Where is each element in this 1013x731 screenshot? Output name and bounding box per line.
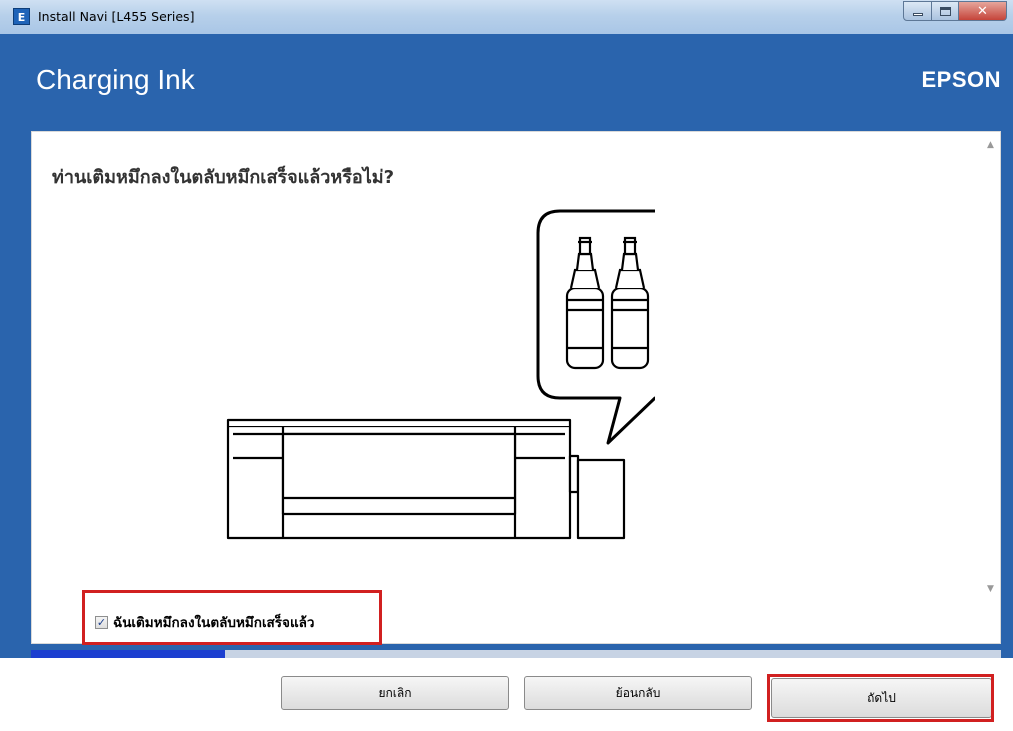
window-controls: ✕ — [903, 1, 1007, 21]
minimize-button[interactable] — [903, 1, 932, 21]
close-button[interactable]: ✕ — [959, 1, 1007, 21]
app-icon: E — [13, 8, 30, 25]
printer-ink-bottles-illustration — [226, 209, 655, 540]
page-header: Charging Ink EPSON — [0, 34, 1013, 118]
printer-icon — [226, 418, 626, 540]
progress-bar — [31, 650, 1001, 658]
scroll-down-icon[interactable]: ▼ — [987, 584, 994, 594]
cancel-button[interactable]: ยกเลิก — [281, 676, 509, 710]
window-titlebar: E Install Navi [L455 Series] ✕ — [0, 0, 1013, 34]
scroll-up-icon[interactable]: ▲ — [987, 140, 994, 150]
maximize-icon — [939, 6, 951, 16]
back-button[interactable]: ย้อนกลับ — [524, 676, 752, 710]
next-button-highlight-frame — [767, 674, 994, 722]
checkbox-highlight-frame — [82, 590, 382, 645]
vertical-scrollbar[interactable]: ▲ ▼ — [983, 136, 1000, 603]
question-text: ท่านเติมหมึกลงในตลับหมึกเสร็จแล้วหรือไม่… — [52, 167, 395, 188]
progress-bar-fill — [31, 650, 225, 658]
close-icon: ✕ — [977, 3, 988, 19]
brand-logo: EPSON — [921, 67, 1001, 92]
window-title: Install Navi [L455 Series] — [38, 9, 195, 24]
maximize-button[interactable] — [932, 1, 959, 21]
page-title: Charging Ink — [36, 64, 195, 95]
minimize-icon — [912, 13, 923, 16]
